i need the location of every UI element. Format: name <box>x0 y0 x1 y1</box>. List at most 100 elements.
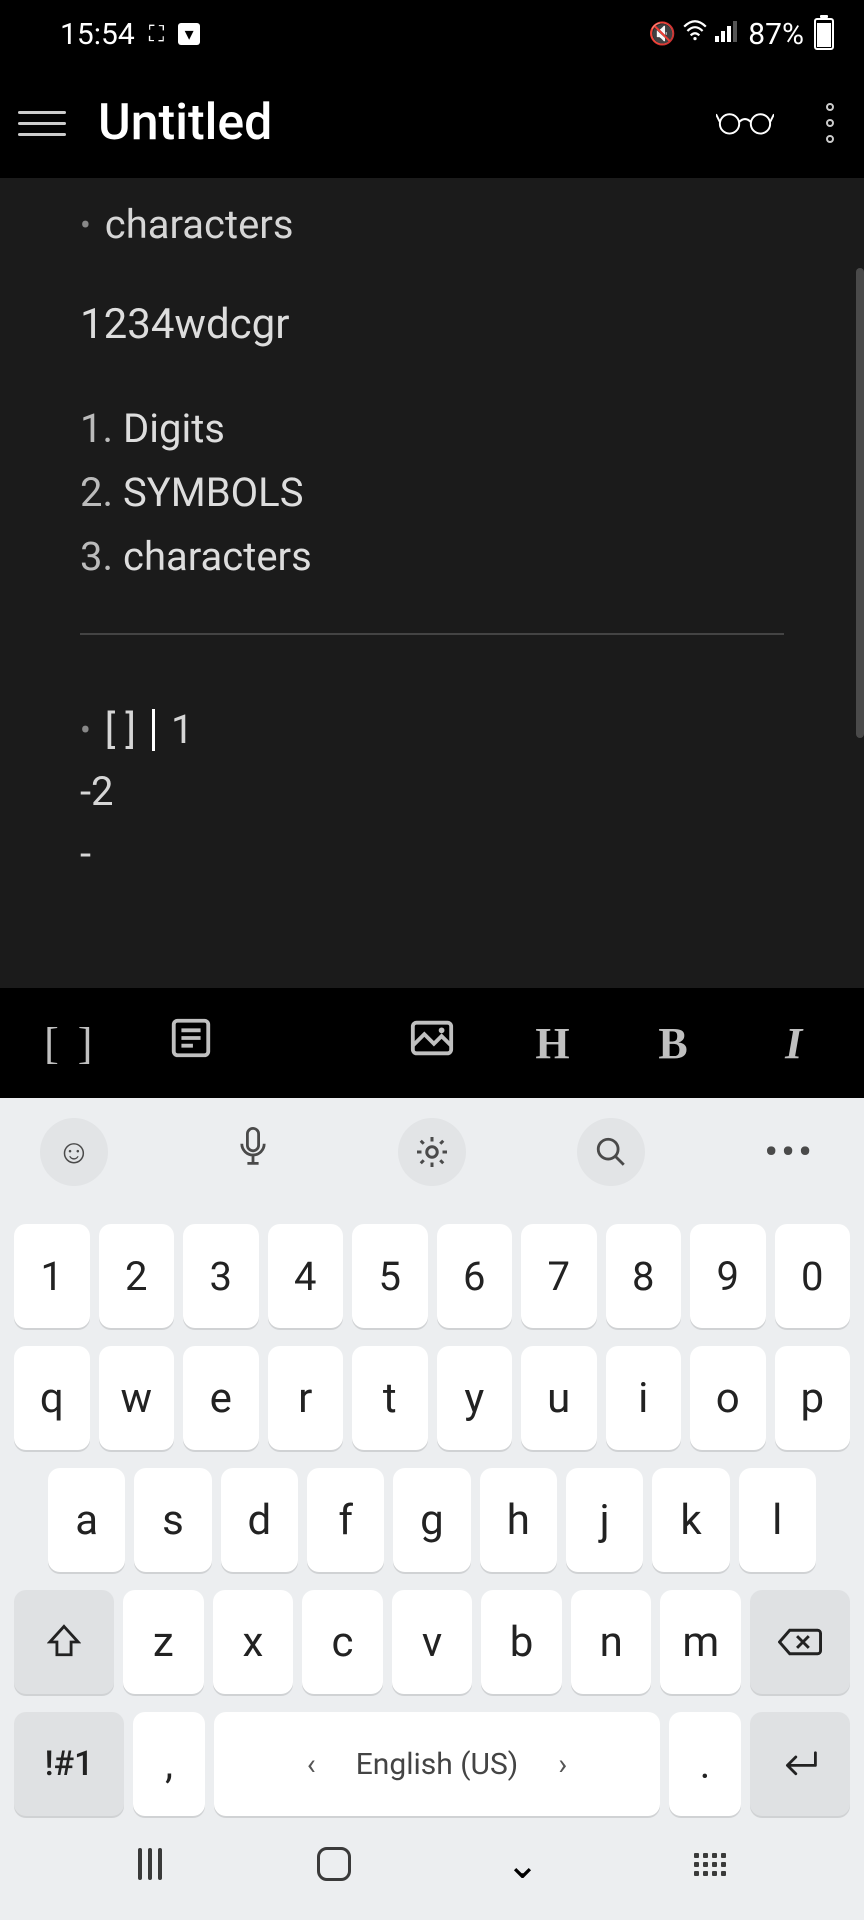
key-5[interactable]: 5 <box>352 1224 428 1328</box>
keyboard-settings-button[interactable] <box>398 1118 466 1186</box>
key-i[interactable]: i <box>606 1346 682 1450</box>
bold-tool-button[interactable]: B <box>643 1018 703 1069</box>
app-header: Untitled <box>0 68 864 178</box>
key-7[interactable]: 7 <box>521 1224 597 1328</box>
keyboard-language-label: English (US) <box>356 1747 518 1782</box>
editor-toolbar: [ ] H B I <box>0 988 864 1098</box>
key-b[interactable]: b <box>481 1590 562 1694</box>
keyboard-row-4: z x c v b n m <box>0 1590 864 1694</box>
battery-icon <box>814 18 834 50</box>
list-text: SYMBOLS <box>123 461 303 525</box>
system-nav-bar: ⌄ <box>0 1816 864 1912</box>
recents-button[interactable] <box>138 1848 162 1880</box>
key-9[interactable]: 9 <box>690 1224 766 1328</box>
key-z[interactable]: z <box>123 1590 204 1694</box>
italic-tool-button[interactable]: I <box>764 1018 824 1069</box>
key-d[interactable]: d <box>221 1468 298 1572</box>
text-cursor <box>152 709 155 751</box>
keyboard-row-3: a s d f g h j k l <box>0 1468 864 1572</box>
key-m[interactable]: m <box>660 1590 741 1694</box>
note-editor[interactable]: • characters 1234wdcgr 1. Digits 2. SYMB… <box>0 178 864 988</box>
checkbox-brackets: [ ] <box>105 699 136 761</box>
key-j[interactable]: j <box>566 1468 643 1572</box>
text-line[interactable]: -2 <box>24 761 840 823</box>
tag-tool-button[interactable] <box>281 1015 341 1072</box>
list-text: Digits <box>123 397 225 461</box>
key-a[interactable]: a <box>48 1468 125 1572</box>
key-0[interactable]: 0 <box>775 1224 851 1328</box>
bullet-list-item[interactable]: • characters <box>24 194 840 256</box>
checkbox-value: 1 <box>171 699 193 761</box>
key-e[interactable]: e <box>183 1346 259 1450</box>
key-o[interactable]: o <box>690 1346 766 1450</box>
key-h[interactable]: h <box>480 1468 557 1572</box>
battery-percent: 87% <box>748 17 804 52</box>
chevron-right-icon: › <box>558 1747 567 1782</box>
enter-key[interactable] <box>750 1712 850 1816</box>
key-k[interactable]: k <box>652 1468 729 1572</box>
keyboard-toolbar: ☺ ••• <box>0 1098 864 1206</box>
shift-key[interactable] <box>14 1590 114 1694</box>
emoji-button[interactable]: ☺ <box>40 1118 108 1186</box>
symbols-key[interactable]: !#1 <box>14 1712 124 1816</box>
list-number: 2. <box>80 461 113 525</box>
reader-mode-button[interactable] <box>716 102 774 144</box>
home-button[interactable] <box>317 1847 351 1881</box>
backspace-key[interactable] <box>750 1590 850 1694</box>
key-s[interactable]: s <box>134 1468 211 1572</box>
bullet-text: characters <box>105 194 294 256</box>
soft-keyboard: ☺ ••• 1 2 3 4 5 6 7 8 9 0 q w e r t y u … <box>0 1098 864 1920</box>
text-line[interactable]: 1234wdcgr <box>24 292 840 357</box>
list-number: 1. <box>80 397 113 461</box>
dropdown-indicator-icon: ▾ <box>178 23 200 45</box>
keyboard-number-row: 1 2 3 4 5 6 7 8 9 0 <box>0 1224 864 1328</box>
key-n[interactable]: n <box>571 1590 652 1694</box>
key-c[interactable]: c <box>302 1590 383 1694</box>
chevron-left-icon: ‹ <box>307 1747 316 1782</box>
key-1[interactable]: 1 <box>14 1224 90 1328</box>
key-w[interactable]: w <box>99 1346 175 1450</box>
status-bar: 15:54 ⛶ ▾ 🔇 87% <box>0 0 864 68</box>
key-f[interactable]: f <box>307 1468 384 1572</box>
bullet-icon: • <box>80 209 91 241</box>
key-y[interactable]: y <box>437 1346 513 1450</box>
checkbox-list-item[interactable]: • [ ]1 <box>24 699 840 761</box>
key-8[interactable]: 8 <box>606 1224 682 1328</box>
keyboard-more-button[interactable]: ••• <box>756 1131 824 1173</box>
page-title: Untitled <box>98 94 716 152</box>
key-v[interactable]: v <box>392 1590 473 1694</box>
key-6[interactable]: 6 <box>437 1224 513 1328</box>
ordered-list-item[interactable]: 1. Digits <box>24 397 840 461</box>
note-tool-button[interactable] <box>161 1015 221 1072</box>
spacebar-key[interactable]: ‹ English (US) › <box>214 1712 660 1816</box>
key-q[interactable]: q <box>14 1346 90 1450</box>
key-4[interactable]: 4 <box>268 1224 344 1328</box>
more-options-button[interactable] <box>814 103 846 143</box>
keyboard-row-2: q w e r t y u i o p <box>0 1346 864 1450</box>
keyboard-search-button[interactable] <box>577 1118 645 1186</box>
key-r[interactable]: r <box>268 1346 344 1450</box>
hide-keyboard-button[interactable]: ⌄ <box>506 1841 540 1888</box>
keyboard-switch-button[interactable] <box>694 1853 726 1876</box>
voice-input-button[interactable] <box>219 1127 287 1178</box>
heading-tool-button[interactable]: H <box>523 1018 583 1069</box>
key-u[interactable]: u <box>521 1346 597 1450</box>
ordered-list-item[interactable]: 2. SYMBOLS <box>24 461 840 525</box>
key-t[interactable]: t <box>352 1346 428 1450</box>
scrollbar[interactable] <box>856 268 864 738</box>
menu-icon[interactable] <box>18 111 66 136</box>
period-key[interactable]: . <box>669 1712 741 1816</box>
key-g[interactable]: g <box>393 1468 470 1572</box>
comma-key[interactable]: , <box>133 1712 205 1816</box>
key-2[interactable]: 2 <box>99 1224 175 1328</box>
key-l[interactable]: l <box>739 1468 816 1572</box>
mute-icon: 🔇 <box>649 22 676 47</box>
ordered-list-item[interactable]: 3. characters <box>24 525 840 589</box>
image-tool-button[interactable] <box>402 1015 462 1072</box>
key-3[interactable]: 3 <box>183 1224 259 1328</box>
wifi-icon <box>682 20 708 48</box>
text-line[interactable]: - <box>24 823 840 885</box>
key-x[interactable]: x <box>213 1590 294 1694</box>
checkbox-tool-button[interactable]: [ ] <box>40 1018 100 1069</box>
key-p[interactable]: p <box>775 1346 851 1450</box>
